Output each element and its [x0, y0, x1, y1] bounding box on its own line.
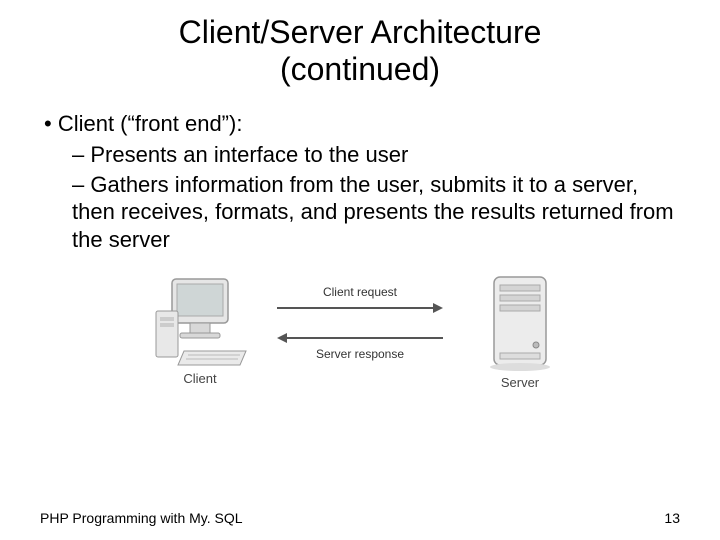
title-line-1: Client/Server Architecture — [179, 14, 542, 50]
server-label: Server — [501, 375, 539, 390]
client-server-diagram: Client Client request Server response — [140, 273, 580, 390]
response-label: Server response — [316, 347, 404, 361]
server-node: Server — [460, 273, 580, 390]
page-number: 13 — [664, 510, 680, 526]
client-node: Client — [140, 277, 260, 386]
server-tower-icon — [480, 273, 560, 373]
bullet-gathers-information: Gathers information from the user, submi… — [44, 171, 680, 254]
response-arrow-row: Server response — [275, 331, 445, 361]
footer: PHP Programming with My. SQL 13 — [40, 510, 680, 526]
bullet-presents-interface: Presents an interface to the user — [44, 141, 680, 169]
client-computer-icon — [150, 277, 250, 369]
slide: Client/Server Architecture (continued) C… — [0, 0, 720, 540]
request-label: Client request — [323, 285, 397, 299]
bullet-list: Client (“front end”): Presents an interf… — [40, 110, 680, 254]
footer-source: PHP Programming with My. SQL — [40, 510, 243, 526]
bullet-client: Client (“front end”): — [44, 110, 680, 138]
slide-title: Client/Server Architecture (continued) — [40, 14, 680, 88]
client-label: Client — [183, 371, 216, 386]
arrows: Client request Server response — [260, 285, 460, 361]
request-arrow-row: Client request — [275, 285, 445, 315]
title-line-2: (continued) — [280, 51, 440, 87]
arrow-right-icon — [275, 301, 445, 315]
arrow-left-icon — [275, 331, 445, 345]
